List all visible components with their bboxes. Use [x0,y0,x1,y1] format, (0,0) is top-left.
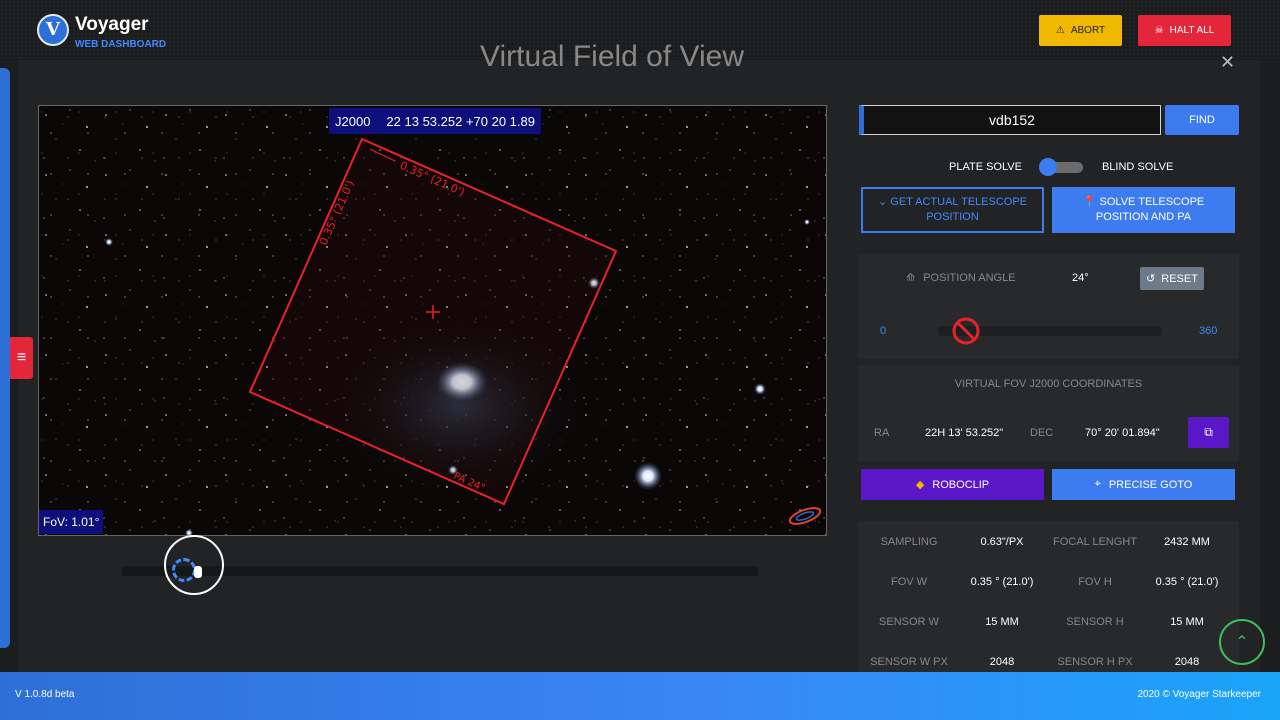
scroll-to-top-button[interactable]: ⌃ [1219,619,1265,665]
tag-icon: ◆ [915,479,925,491]
stat-value: 0.63"/PX [980,536,1024,548]
target-search-input[interactable]: vdb152 [859,105,1161,135]
sky-image-viewer[interactable]: 0.35° (21.0') 0.35° (21.0') PA 24° [38,105,827,536]
pin-icon: 📍 [1082,196,1100,208]
stat-value: 2432 MM [1164,536,1210,548]
reset-button[interactable]: ↺ RESET [1140,267,1204,290]
warning-icon: ⚠ [1055,25,1065,36]
stat-value: 2048 [989,656,1015,668]
undo-icon: ↺ [1146,273,1156,285]
abort-label: ABORT [1070,25,1106,36]
copyright-label: 2020 © Voyager Starkeeper [1137,689,1261,700]
stat-value: 0.35 ° (21.0') [1155,576,1219,588]
stat-value: 2048 [1174,656,1200,668]
stat-label: SENSOR W [879,616,939,628]
app-subtitle: WEB DASHBOARD [75,39,167,50]
stat-value: 0.35 ° (21.0') [970,576,1034,588]
dec-label: DEC [1030,427,1054,439]
coord-epoch: J2000 [335,113,371,129]
compass-icon: ⟰ [906,272,916,284]
stat-label: FOV H [1078,576,1112,588]
chevrons-down-icon: ⌄ [877,196,891,208]
pa-min-label: 0 [880,325,887,337]
stat-value: 15 MM [985,616,1019,628]
coordinate-overlay: J2000 22 13 53.252 +70 20 1.89 [329,108,541,134]
roboclip-button[interactable]: ◆ ROBOCLIP [861,469,1044,500]
sidebar-rail [0,68,10,648]
copy-coordinates-button[interactable]: ⧉ [1188,417,1229,448]
stat-label: SENSOR H PX [1057,656,1133,668]
gear-icon [172,558,196,582]
skull-icon: ☠ [1154,25,1164,36]
pa-max-label: 360 [1199,325,1218,337]
stat-label: SAMPLING [880,536,938,548]
version-label: V 1.0.8d beta [15,689,75,700]
ra-value: 22H 13' 53.252" [925,427,1004,439]
close-icon[interactable]: ✕ [1220,52,1235,73]
ra-label: RA [874,427,890,439]
halt-all-button[interactable]: ☠ HALT ALL [1138,15,1231,46]
stat-label: SENSOR H [1066,616,1124,628]
coordinates-title: VIRTUAL FOV J2000 COORDINATES [954,378,1143,390]
coord-text: 22 13 53.252 +70 20 1.89 [386,113,535,129]
fov-label: FoV: 1.01° [39,510,104,534]
abort-button[interactable]: ⚠ ABORT [1039,15,1122,46]
dec-value: 70° 20' 01.894" [1085,427,1160,439]
precise-goto-button[interactable]: ⌖ PRECISE GOTO [1052,469,1235,500]
sky-image: 0.35° (21.0') 0.35° (21.0') PA 24° [39,106,826,535]
menu-toggle-icon[interactable]: ≡ [10,337,33,379]
find-button[interactable]: FIND [1165,105,1239,135]
position-angle-value: 24° [1072,272,1089,284]
stat-label: FOV W [890,576,928,588]
voyager-logo-icon: V [37,14,69,46]
solve-mode-toggle[interactable] [1038,158,1083,176]
footer: V 1.0.8d beta 2020 © Voyager Starkeeper [0,672,1280,720]
solve-telescope-position-button[interactable]: 📍 SOLVE TELESCOPE POSITION AND PA [1052,187,1235,233]
stat-label: FOCAL LENGHT [1053,536,1137,548]
mouse-cursor-icon [194,566,202,578]
solve-mode-switch: PLATE SOLVE BLIND SOLVE [949,157,1173,177]
position-angle-label: ⟰ POSITION ANGLE [906,271,1016,285]
app-title: Voyager [75,14,149,35]
halt-all-label: HALT ALL [1169,25,1215,36]
get-telescope-position-button[interactable]: ⌄ GET ACTUAL TELESCOPE POSITION [861,187,1044,233]
plate-solve-label: PLATE SOLVE [949,161,1022,173]
copy-icon: ⧉ [1204,425,1213,439]
modal-title: Virtual Field of View [480,40,745,73]
stat-value: 15 MM [1170,616,1204,628]
crosshair-icon: ⌖ [1094,478,1101,490]
position-angle-knob[interactable] [952,317,980,345]
stat-label: SENSOR W PX [870,656,948,668]
chevrons-up-icon: ⌃ [1235,634,1249,651]
blind-solve-label: BLIND SOLVE [1101,161,1174,173]
